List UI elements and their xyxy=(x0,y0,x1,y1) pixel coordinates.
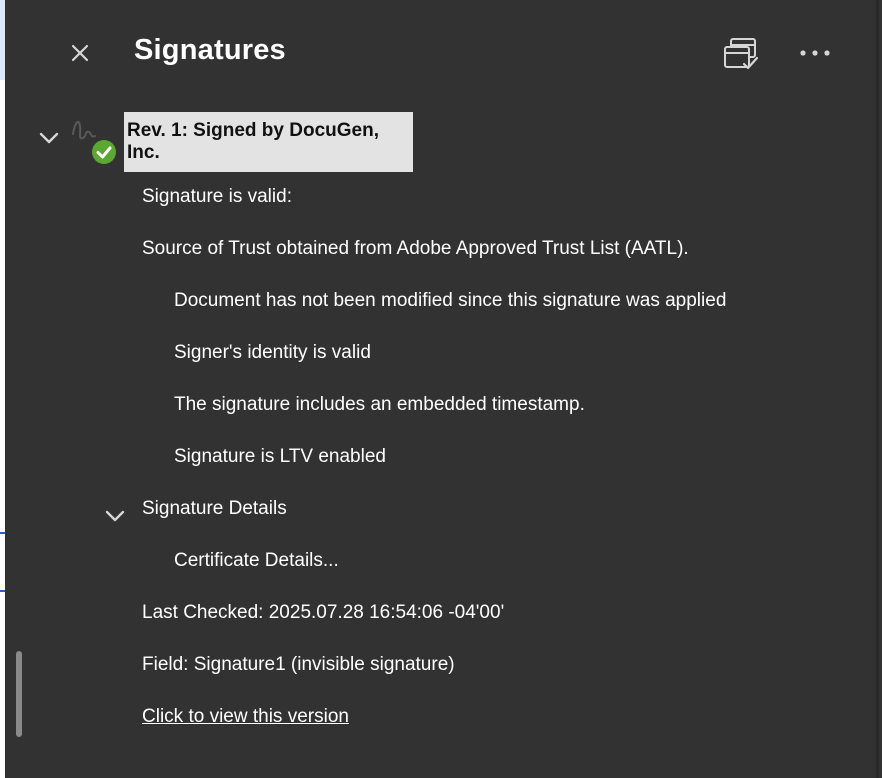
close-button[interactable] xyxy=(67,38,93,68)
check-embedded-timestamp: The signature includes an embedded times… xyxy=(174,394,585,415)
more-options-icon xyxy=(800,50,830,56)
close-icon xyxy=(71,44,89,62)
certificate-details-link[interactable]: Certificate Details... xyxy=(174,550,339,572)
collapse-signature-details-toggle[interactable] xyxy=(103,504,127,528)
panel-right-edge xyxy=(876,0,879,778)
signatures-panel: Signatures Rev. 1: Signed by DocuGen, In… xyxy=(5,0,879,778)
check-ltv-enabled: Signature is LTV enabled xyxy=(174,446,386,467)
trust-source-text: Source of Trust obtained from Adobe Appr… xyxy=(142,238,689,259)
signature-header[interactable]: Rev. 1: Signed by DocuGen, Inc. xyxy=(124,112,413,172)
signature-details-label[interactable]: Signature Details xyxy=(142,498,287,520)
validate-all-signatures-icon xyxy=(724,38,759,70)
check-document-unmodified: Document has not been modified since thi… xyxy=(174,290,727,311)
signature-valid-text: Signature is valid: xyxy=(142,186,292,207)
field-name-text: Field: Signature1 (invisible signature) xyxy=(142,654,455,675)
chevron-down-icon xyxy=(105,510,125,522)
view-version-link[interactable]: Click to view this version xyxy=(142,706,349,728)
last-checked-text: Last Checked: 2025.07.28 16:54:06 -04'00… xyxy=(142,602,505,623)
check-signer-identity: Signer's identity is valid xyxy=(174,342,371,363)
signature-status-icon xyxy=(67,112,119,166)
chevron-down-icon xyxy=(39,132,59,144)
collapse-signature-toggle[interactable] xyxy=(37,126,61,150)
panel-title: Signatures xyxy=(134,34,286,66)
more-options-button[interactable] xyxy=(795,38,835,68)
vertical-scrollbar[interactable] xyxy=(16,651,22,737)
validate-all-button[interactable] xyxy=(721,36,761,72)
valid-check-icon xyxy=(92,140,116,164)
